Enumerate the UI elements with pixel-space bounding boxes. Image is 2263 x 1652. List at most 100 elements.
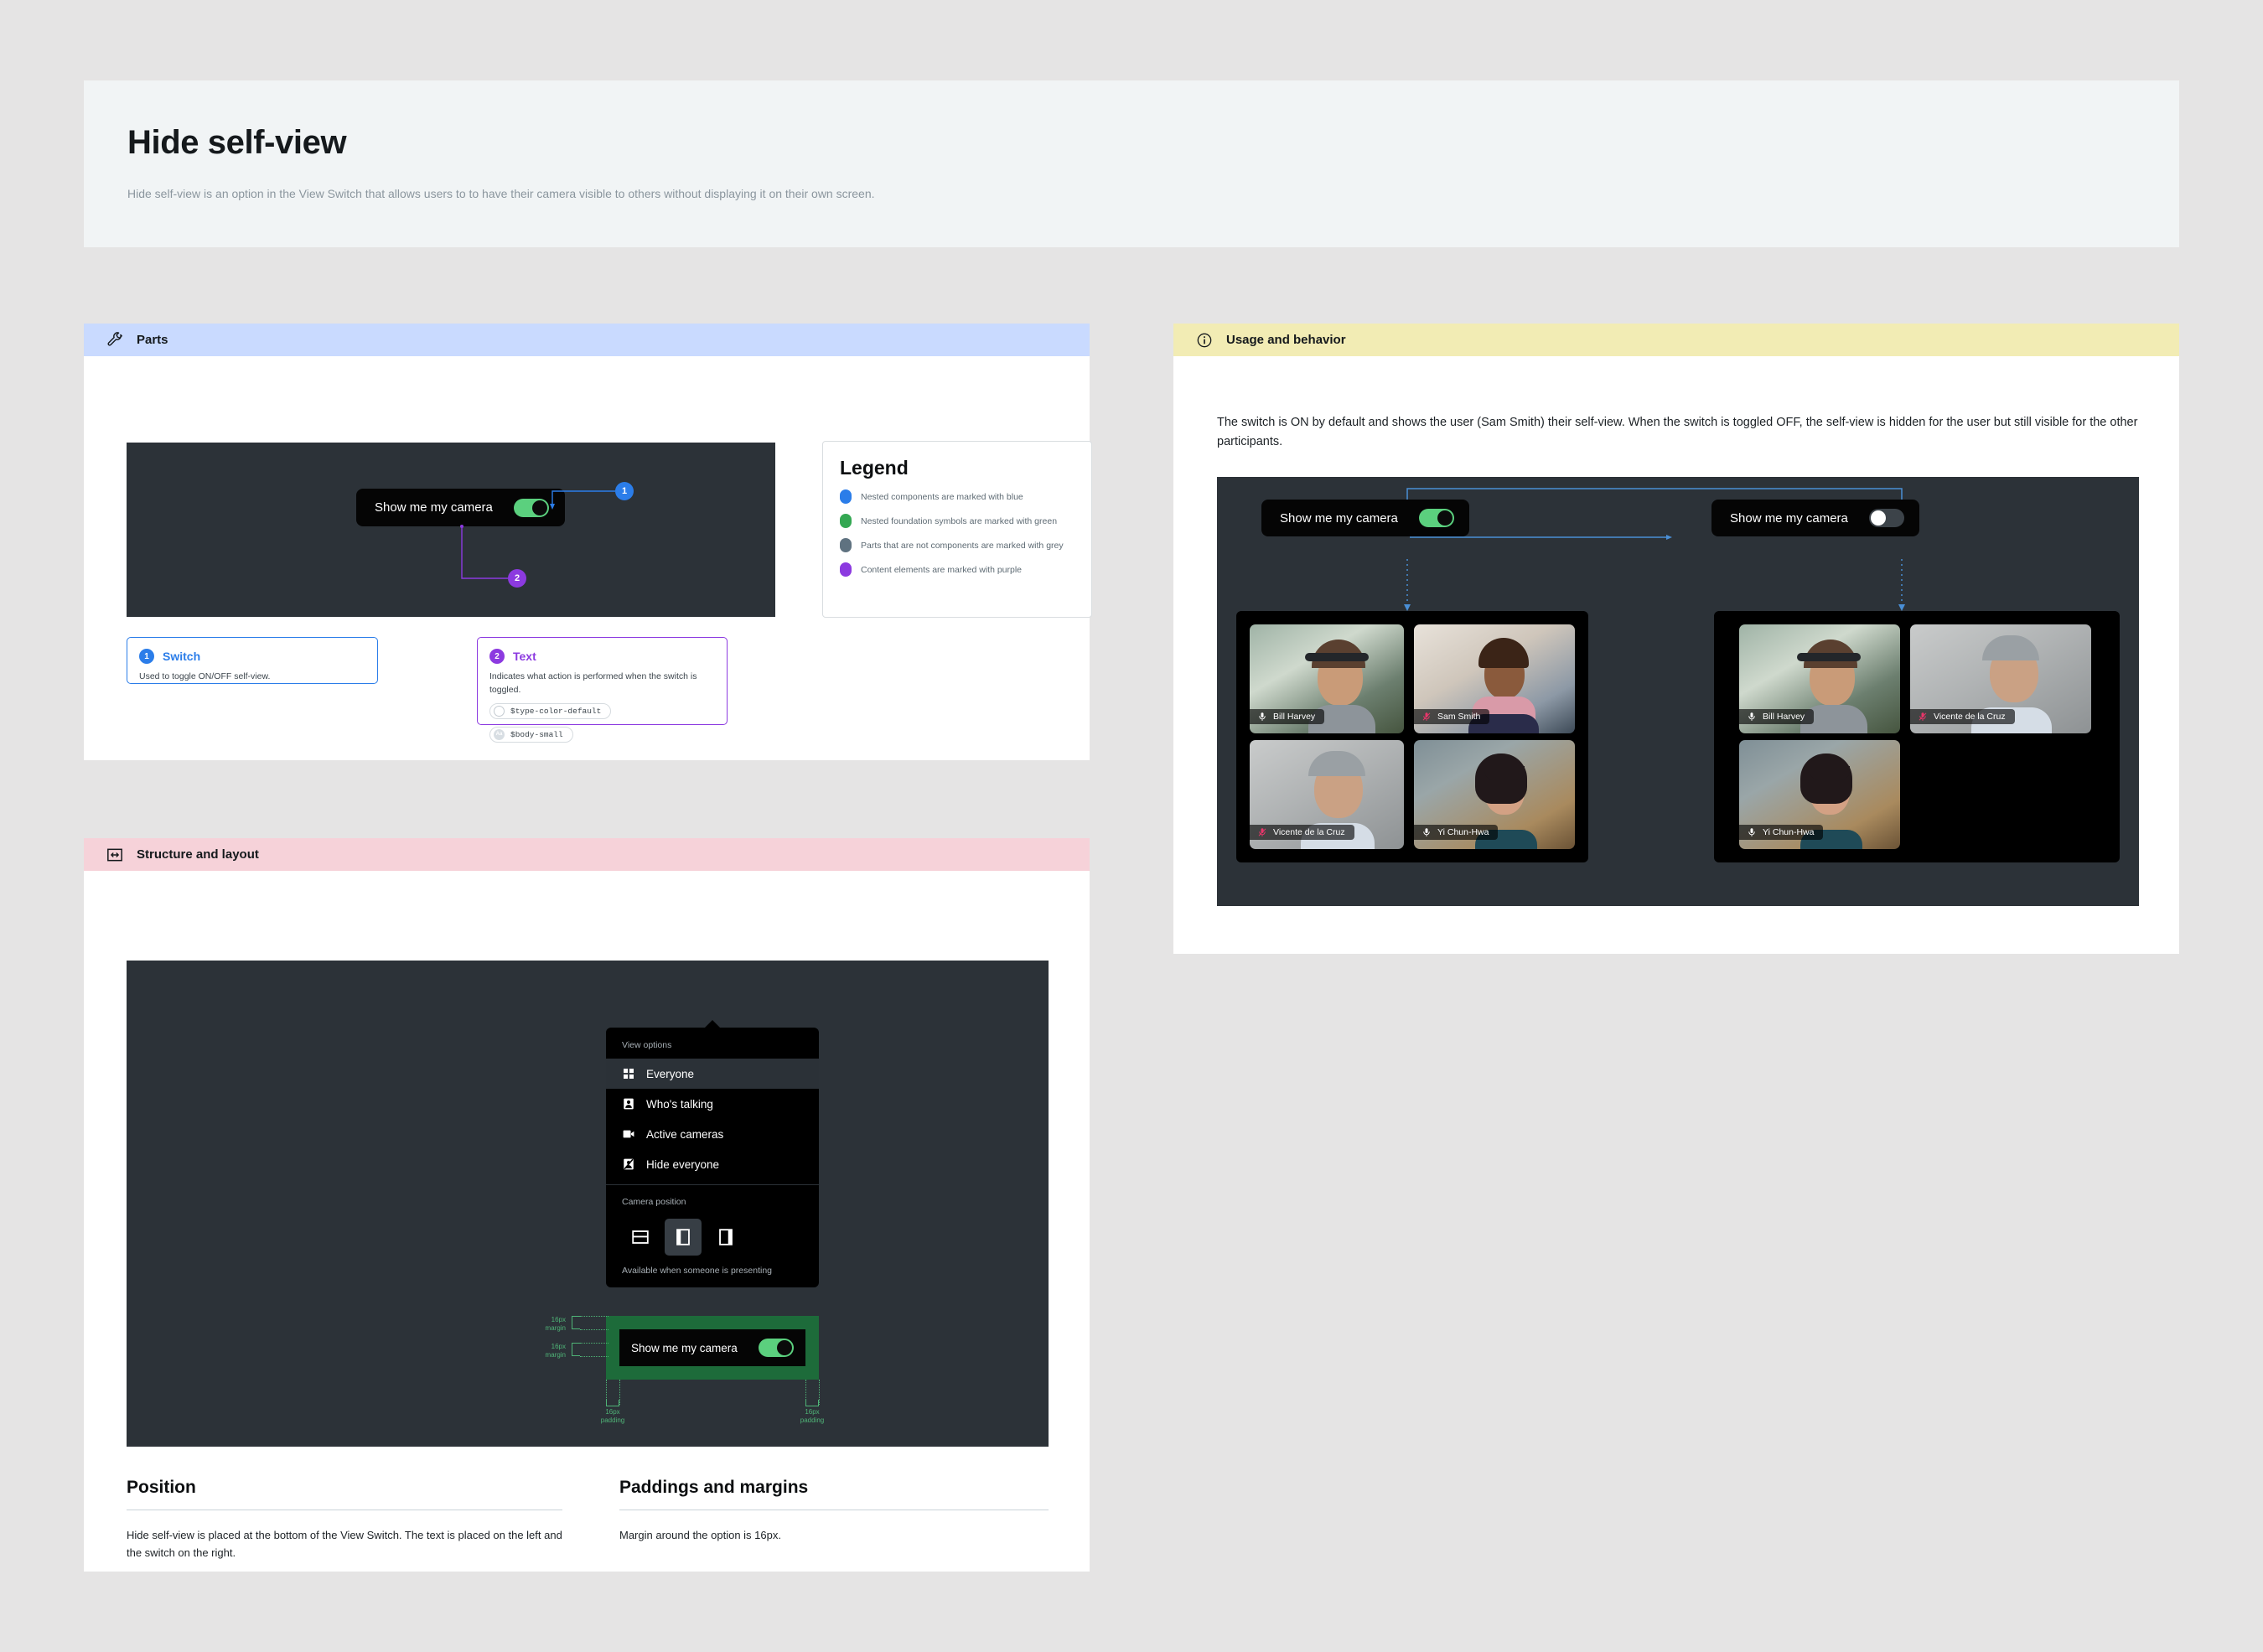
page-header: Hide self-view Hide self-view is an opti… — [84, 80, 2179, 247]
switch-knob — [777, 1340, 792, 1355]
layout-top-icon — [632, 1230, 649, 1244]
mic-muted-icon — [1422, 712, 1431, 721]
parts-callout-2[interactable]: 2 — [508, 569, 526, 588]
structure-selfview-switch[interactable] — [759, 1339, 794, 1357]
measurement-guide — [619, 1380, 620, 1405]
menu-item-active-cameras[interactable]: Active cameras — [606, 1119, 819, 1149]
info-icon — [1197, 333, 1212, 347]
video-tile[interactable]: Sam Smith — [1414, 624, 1575, 733]
menu-item-label: Hide everyone — [646, 1157, 720, 1171]
camera-position-right-button[interactable] — [707, 1219, 744, 1256]
measurement-guide — [580, 1329, 608, 1330]
usage-right-selfview-switch[interactable] — [1869, 509, 1904, 527]
typography-icon: Aa — [494, 728, 505, 740]
mic-muted-icon — [1258, 828, 1266, 836]
menu-item-label: Active cameras — [646, 1127, 724, 1141]
measurement-guide — [580, 1343, 608, 1344]
part-card-description: Indicates what action is performed when … — [489, 671, 697, 695]
menu-item-everyone[interactable]: Everyone — [606, 1059, 819, 1089]
part-card-title: Text — [513, 650, 536, 663]
measurement-bracket — [572, 1343, 580, 1356]
structure-section-title: Structure and layout — [137, 847, 259, 862]
parts-section-title: Parts — [137, 333, 168, 347]
parts-callout-connectors — [460, 490, 615, 579]
usage-left-selfview-row[interactable]: Show me my camera — [1261, 500, 1469, 536]
parts-callout-1[interactable]: 1 — [615, 482, 634, 500]
paddings-heading: Paddings and margins — [619, 1478, 1049, 1510]
token-chip[interactable]: Aa $body-small — [489, 726, 573, 743]
camera-position-options — [606, 1215, 819, 1264]
token-chip[interactable]: $type-color-default — [489, 702, 612, 719]
mic-icon — [1423, 828, 1430, 836]
part-card-number: 1 — [139, 649, 154, 664]
video-name: Sam Smith — [1437, 712, 1481, 722]
video-name-pill: Bill Harvey — [1250, 709, 1325, 724]
part-card-switch: 1 Switch Used to toggle ON/OFF self-view… — [127, 637, 378, 684]
menu-item-label: Everyone — [646, 1067, 695, 1080]
structure-selfview-row[interactable]: Show me my camera — [619, 1329, 805, 1366]
video-icon — [623, 1130, 634, 1138]
legend-title: Legend — [840, 457, 909, 479]
video-tile[interactable]: Yi Chun-Hwa — [1739, 740, 1900, 849]
video-name: Yi Chun-Hwa — [1437, 827, 1489, 837]
part-card-header: 1 Switch — [139, 649, 365, 664]
parts-callout-2-number: 2 — [514, 573, 520, 583]
usage-left-selfview-label: Show me my camera — [1280, 510, 1398, 526]
usage-right-selfview-row[interactable]: Show me my camera — [1711, 500, 1919, 536]
video-name: Vicente de la Cruz — [1273, 827, 1345, 837]
view-options-label: View options — [622, 1040, 672, 1050]
parts-section-header: Parts — [84, 324, 1090, 356]
legend-item: Parts that are not components are marked… — [840, 538, 1075, 552]
menu-item-label: Who's talking — [646, 1097, 713, 1111]
parts-diagram-canvas: Show me my camera 1 2 — [127, 443, 775, 617]
mic-icon — [1259, 712, 1266, 721]
measurement-guide — [580, 1356, 608, 1357]
parts-body: Show me my camera 1 2 Legend Nested comp… — [84, 356, 1092, 760]
video-tile[interactable]: Vicente de la Cruz — [1910, 624, 2091, 733]
view-options-menu: View options Everyone Who's talking Acti… — [606, 1020, 819, 1287]
measurement-bracket — [572, 1316, 580, 1329]
video-name-pill: Sam Smith — [1414, 709, 1490, 724]
video-tile[interactable]: Bill Harvey — [1739, 624, 1900, 733]
usage-diagram-canvas: Show me my camera Show me my camera Bill… — [1217, 477, 2139, 906]
video-name-pill: Bill Harvey — [1739, 709, 1815, 724]
parts-callout-1-number: 1 — [621, 486, 628, 496]
usage-description: The switch is ON by default and shows th… — [1217, 416, 2138, 449]
camera-position-top-button[interactable] — [622, 1219, 659, 1256]
video-tile[interactable]: Yi Chun-Hwa — [1414, 740, 1575, 849]
switch-knob — [1871, 510, 1886, 526]
menu-item-hide-everyone[interactable]: Hide everyone — [606, 1149, 819, 1179]
part-card-text: 2 Text Indicates what action is performe… — [477, 637, 728, 743]
usage-right-video-grid: Bill Harvey Vicente de la Cruz Yi Chun-H… — [1714, 611, 2120, 862]
layout-right-icon — [719, 1229, 733, 1245]
paddings-body: Margin around the option is 16px. — [619, 1529, 781, 1541]
measurement-margin-bottom: 16px margin — [545, 1343, 566, 1359]
token-label: $body-small — [510, 729, 563, 739]
measurement-padding-left: 16px padding — [600, 1408, 625, 1424]
position-heading: Position — [127, 1478, 562, 1510]
menu-item-whos-talking[interactable]: Who's talking — [606, 1089, 819, 1119]
usage-section-header: Usage and behavior — [1173, 324, 2179, 356]
measurement-guide — [580, 1316, 608, 1317]
legend-item-label: Nested components are marked with blue — [861, 491, 1023, 502]
usage-left-video-grid: Bill Harvey Sam Smith Vicente de la Cruz… — [1236, 611, 1588, 862]
part-card-title: Switch — [163, 650, 201, 663]
page-subtitle: Hide self-view is an option in the View … — [127, 187, 875, 200]
mic-icon — [1748, 828, 1755, 836]
video-name-pill: Yi Chun-Hwa — [1739, 825, 1824, 840]
position-body: Hide self-view is placed at the bottom o… — [127, 1529, 562, 1560]
position-column: Position Hide self-view is placed at the… — [127, 1478, 562, 1562]
menu-caret-icon — [704, 1020, 721, 1028]
parts-section: Parts Show me my camera 1 2 Legend Neste… — [84, 324, 1092, 760]
video-tile[interactable]: Bill Harvey — [1250, 624, 1404, 733]
usage-left-selfview-switch[interactable] — [1419, 509, 1454, 527]
measurement-padding-right: 16px padding — [800, 1408, 825, 1424]
legend-item-label: Parts that are not components are marked… — [861, 540, 1064, 551]
person-slash-icon — [624, 1158, 634, 1170]
video-tile[interactable]: Vicente de la Cruz — [1250, 740, 1404, 849]
video-name-pill: Vicente de la Cruz — [1910, 709, 2015, 724]
video-name: Bill Harvey — [1763, 712, 1805, 722]
camera-position-left-button[interactable] — [665, 1219, 702, 1256]
wrench-icon — [107, 331, 122, 346]
legend-item: Content elements are marked with purple — [840, 562, 1075, 577]
